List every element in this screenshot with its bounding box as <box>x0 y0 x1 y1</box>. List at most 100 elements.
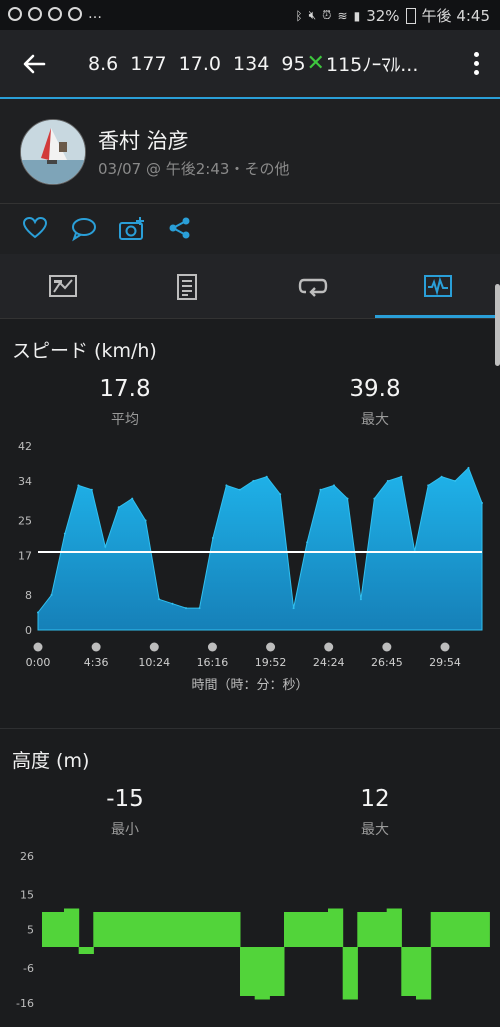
app-bar: 8.6 177 17.0 134 95 ✕ 115ﾉｰﾏﾙ... <box>0 30 500 98</box>
elevation-bar <box>225 912 241 947</box>
speed-x-tick: 29:54 <box>429 656 461 669</box>
speed-y-tick: 42 <box>18 440 32 453</box>
elevation-chart: 26 15 5 -6 -16 <box>16 850 490 1010</box>
elevation-bar <box>342 947 358 1000</box>
elevation-bar <box>137 912 153 947</box>
elevation-bar <box>108 912 124 947</box>
activity-header: 香村 治彦 03/07 @ 午後2:43・その他 <box>0 99 500 204</box>
elevation-max-label: 最大 <box>361 822 389 838</box>
status-bar: … ᛒ 🔇︎ ⏰︎ ≋ ▮ 32% 午後 4:45 <box>0 0 500 30</box>
speed-x-tick: 19:52 <box>255 656 287 669</box>
speed-point <box>37 611 39 614</box>
speed-point <box>252 480 255 482</box>
more-vert-icon[interactable] <box>474 52 480 78</box>
elevation-y-tick: 26 <box>20 850 34 863</box>
speed-point <box>319 488 322 491</box>
elevation-min-value: -15 <box>106 786 144 812</box>
elevation-bar <box>78 947 94 954</box>
speed-avg-value: 17.8 <box>99 376 151 402</box>
speed-max-label: 最大 <box>361 412 389 428</box>
speed-point <box>467 466 470 469</box>
elevation-bar <box>460 912 476 947</box>
share-icon[interactable] <box>168 216 196 242</box>
alarm-icon: ⏰︎ <box>322 8 332 22</box>
elevation-bar <box>196 912 212 947</box>
battery-percent: 32% <box>366 6 400 25</box>
elevation-bar <box>49 912 65 947</box>
elevation-bar <box>401 947 417 996</box>
elevation-y-tick: 5 <box>27 924 34 937</box>
speed-x-tick-dot <box>207 642 217 652</box>
speed-point <box>63 532 66 535</box>
elevation-bar <box>93 912 109 947</box>
speed-y-tick: 0 <box>25 624 32 637</box>
speed-point <box>279 493 282 496</box>
user-name[interactable]: 香村 治彦 <box>98 125 189 155</box>
speed-point <box>440 475 443 478</box>
tab-laps[interactable] <box>250 254 375 318</box>
status-time: 午後 4:45 <box>421 7 490 25</box>
elevation-y-tick: -6 <box>23 962 34 975</box>
battery-icon <box>405 7 416 24</box>
speed-y-tick: 8 <box>25 589 32 602</box>
elevation-bar <box>430 912 446 947</box>
elevation-bar <box>416 947 432 1000</box>
tab-summary[interactable] <box>0 254 125 318</box>
back-arrow-icon[interactable] <box>18 48 50 80</box>
speed-chart: 0 8 17 25 34 42 0:00 4:36 10:24 16:16 19:52 24:24 26… <box>18 440 483 669</box>
speed-x-tick: 0:00 <box>26 656 51 669</box>
elevation-y-tick: -16 <box>16 997 34 1010</box>
speed-max-value: 39.8 <box>349 376 401 402</box>
speed-point <box>104 545 107 548</box>
comment-icon[interactable] <box>70 216 98 242</box>
title-stats: 8.6 177 17.0 134 95 <box>88 52 306 75</box>
avatar[interactable] <box>20 119 86 185</box>
speed-x-tick: 10:24 <box>138 656 170 669</box>
speed-point <box>481 502 483 504</box>
elevation-bar <box>254 947 270 1000</box>
elevation-bar <box>240 947 256 996</box>
speed-point <box>211 537 214 539</box>
speed-x-tick-dot <box>382 642 392 652</box>
speed-point <box>158 598 161 601</box>
speed-point <box>131 497 134 500</box>
elevation-title: 高度 (m) <box>12 750 90 772</box>
elevation-bar <box>386 908 402 947</box>
speed-x-tick-dot <box>266 642 276 652</box>
speed-y-tick: 25 <box>18 514 32 527</box>
wifi-icon: ≋ <box>337 8 348 23</box>
elevation-bar <box>328 908 344 947</box>
social-actions <box>0 204 500 255</box>
speed-x-tick: 24:24 <box>313 656 345 669</box>
bluetooth-icon: ᛒ <box>295 8 303 23</box>
speed-x-tick: 26:45 <box>371 656 403 669</box>
tab-details[interactable] <box>125 254 250 318</box>
speed-x-tick-dot <box>440 642 450 652</box>
activity-tabs <box>0 254 500 319</box>
speed-point <box>77 484 80 487</box>
speed-point <box>90 488 93 491</box>
speed-x-tick-dot <box>91 642 101 652</box>
speed-point <box>117 506 120 509</box>
speed-point <box>427 484 430 487</box>
speed-y-tick: 34 <box>18 475 32 488</box>
summary-icon <box>49 275 77 297</box>
elevation-bar <box>269 947 285 996</box>
chat-icon <box>8 7 22 21</box>
elevation-bar <box>313 912 329 947</box>
speed-area <box>37 467 483 631</box>
speed-x-tick-dot <box>324 642 334 652</box>
heart-icon[interactable] <box>22 216 50 242</box>
elevation-max-value: 12 <box>360 786 390 812</box>
elevation-bar <box>122 912 138 947</box>
tab-charts[interactable] <box>375 254 500 318</box>
speed-point <box>292 607 295 610</box>
speed-title: スピード (km/h) <box>12 340 157 362</box>
add-photo-icon[interactable] <box>118 216 146 242</box>
scrollbar[interactable] <box>495 284 500 366</box>
speed-x-tick-dot <box>149 642 159 652</box>
speed-point <box>185 607 187 610</box>
speed-point <box>50 594 53 596</box>
speed-point <box>238 488 241 491</box>
speed-x-tick: 4:36 <box>84 656 109 669</box>
